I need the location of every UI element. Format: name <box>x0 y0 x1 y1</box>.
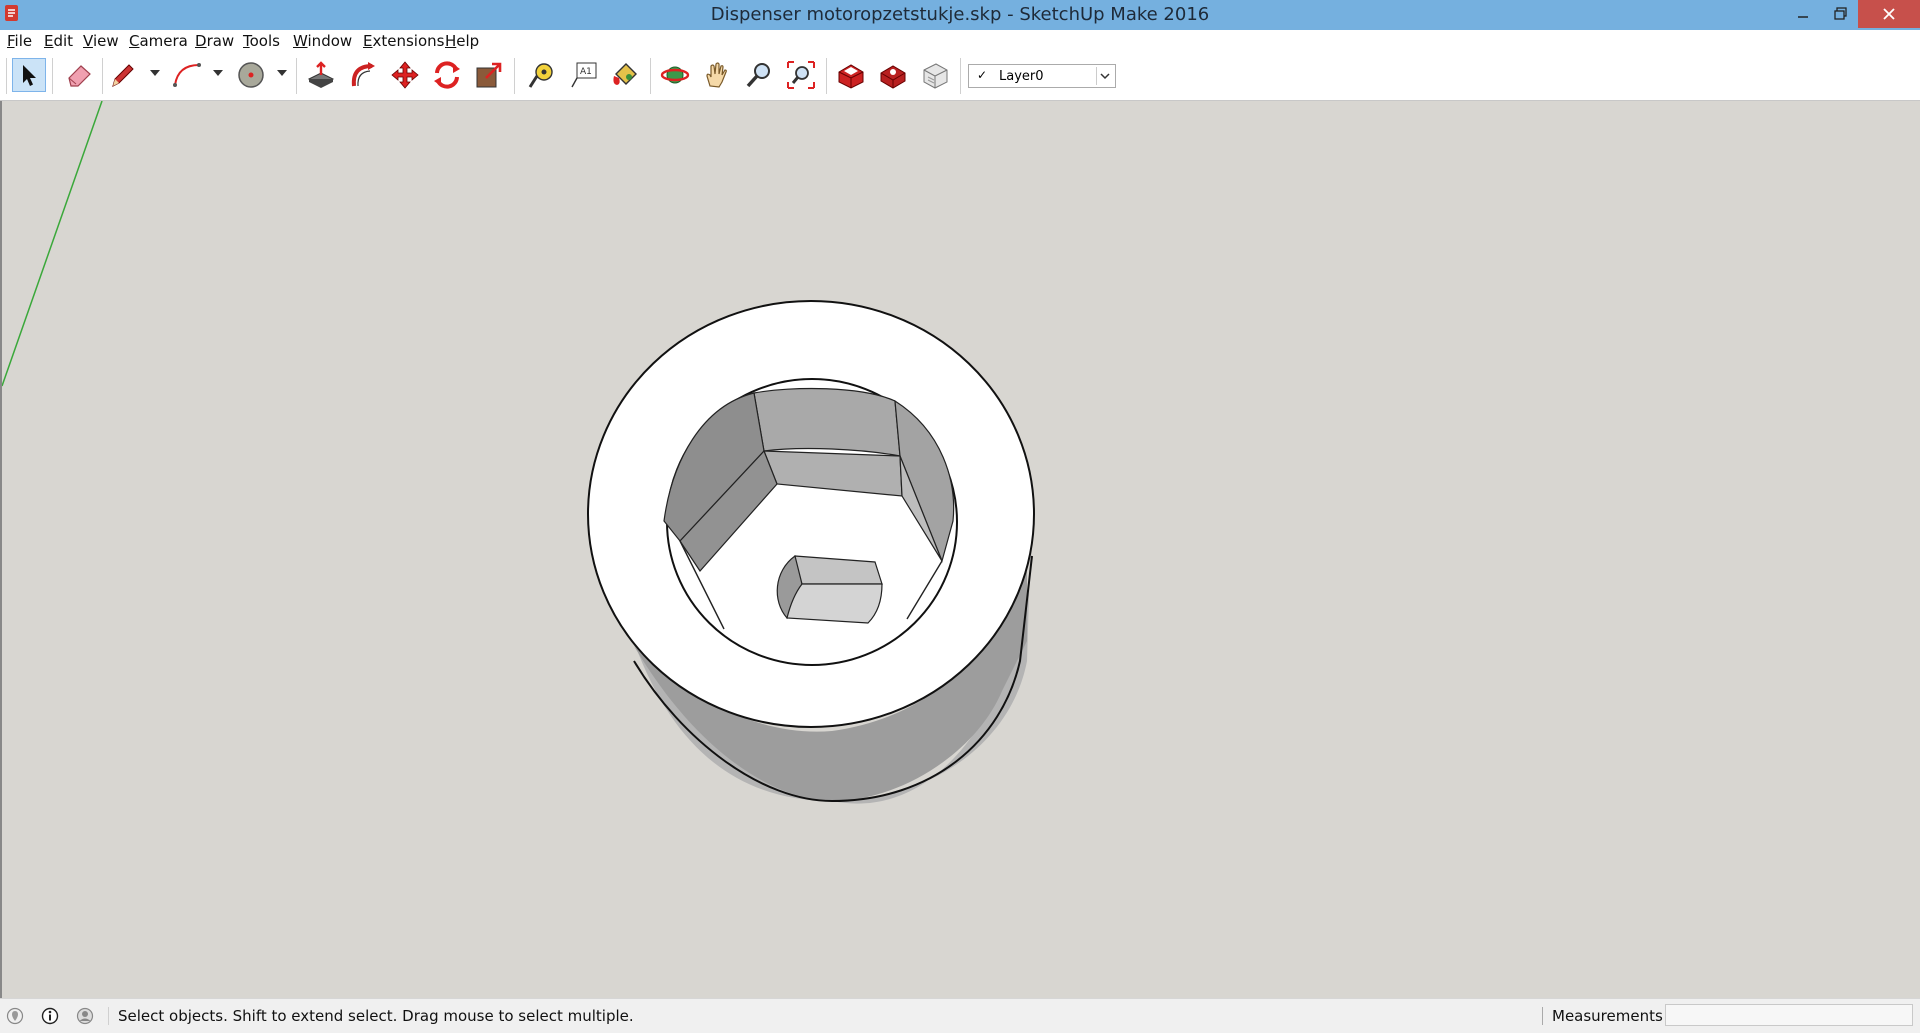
bore-wall-top <box>753 387 901 457</box>
line-tool-button[interactable] <box>106 58 140 92</box>
menu-tools[interactable]: Tools <box>243 32 280 50</box>
zoom-extents-icon <box>787 61 815 89</box>
layer-select-value: Layer0 <box>999 69 1044 84</box>
orbit-icon <box>660 66 690 84</box>
zoom-icon <box>746 63 770 88</box>
arc-dropdown-caret[interactable] <box>213 70 223 76</box>
paint-bucket-icon <box>613 63 637 85</box>
extension-warehouse-button[interactable] <box>876 58 910 92</box>
arrow-cursor-icon <box>23 65 36 86</box>
measurements-label: Measurements <box>1552 1007 1663 1025</box>
rotate-icon <box>434 61 460 89</box>
menu-help[interactable]: Help <box>445 32 479 50</box>
menu-bar: File Edit View Camera Draw Tools Window … <box>0 30 1920 52</box>
arc-icon <box>173 63 201 87</box>
extension-warehouse-icon <box>880 65 906 89</box>
check-icon: ✓ <box>977 68 988 82</box>
zoom-extents-tool-button[interactable] <box>784 58 818 92</box>
text-tool-button[interactable]: A1 <box>566 58 600 92</box>
orbit-tool-button[interactable] <box>658 58 692 92</box>
paint-bucket-tool-button[interactable] <box>608 58 642 92</box>
status-bar: Select objects. Shift to extend select. … <box>0 998 1920 1033</box>
menu-camera[interactable]: Camera <box>129 32 188 50</box>
user-icon[interactable] <box>76 1007 94 1025</box>
measurements-input[interactable] <box>1665 1004 1913 1026</box>
credits-icon[interactable] <box>41 1007 59 1025</box>
toolbar: A1 <box>0 52 1920 101</box>
text-icon: A1 <box>571 62 597 88</box>
follow-me-icon <box>351 62 375 87</box>
menu-view[interactable]: View <box>83 32 119 50</box>
push-pull-tool-button[interactable] <box>304 58 338 92</box>
eraser-tool-button[interactable] <box>62 58 96 92</box>
window-title: Dispenser motoropzetstukje.skp - SketchU… <box>710 4 1210 25</box>
rotate-tool-button[interactable] <box>430 58 464 92</box>
close-icon <box>1883 8 1895 20</box>
close-button[interactable] <box>1858 0 1920 28</box>
dispenser-model[interactable] <box>587 300 1035 804</box>
warehouse-icon <box>838 64 864 89</box>
eraser-icon <box>68 65 91 87</box>
tape-measure-icon <box>528 63 553 88</box>
model-canvas[interactable] <box>2 101 1920 998</box>
green-axis-line <box>2 101 103 387</box>
status-message: Select objects. Shift to extend select. … <box>118 1007 634 1025</box>
move-tool-button[interactable] <box>388 58 422 92</box>
maximize-icon <box>1834 7 1847 20</box>
menu-extensions[interactable]: Extensions <box>363 32 444 50</box>
zoom-tool-button[interactable] <box>742 58 776 92</box>
menu-file[interactable]: File <box>7 32 32 50</box>
arc-tool-button[interactable] <box>170 58 204 92</box>
menu-window[interactable]: Window <box>293 32 352 50</box>
pan-tool-button[interactable] <box>700 58 734 92</box>
push-pull-icon <box>307 61 335 88</box>
pencil-icon <box>112 64 134 87</box>
select-tool-button[interactable] <box>12 58 46 92</box>
geo-location-icon[interactable] <box>6 1007 24 1025</box>
svg-text:A1: A1 <box>580 67 592 77</box>
send-to-layout-button[interactable] <box>918 58 952 92</box>
menu-edit[interactable]: Edit <box>44 32 73 50</box>
follow-me-tool-button[interactable] <box>346 58 380 92</box>
scale-tool-button[interactable] <box>472 58 506 92</box>
circle-dropdown-caret[interactable] <box>277 70 287 76</box>
minimize-icon <box>1798 16 1808 18</box>
layout-icon <box>923 63 948 89</box>
shaft-hole-bottom <box>786 583 883 624</box>
model-viewport[interactable] <box>0 101 1920 998</box>
circle-icon <box>238 62 264 88</box>
tape-measure-tool-button[interactable] <box>524 58 558 92</box>
toolbar-grip <box>6 58 7 94</box>
menu-draw[interactable]: Draw <box>195 32 234 50</box>
title-bar: Dispenser motoropzetstukje.skp - SketchU… <box>0 0 1920 30</box>
circle-tool-button[interactable] <box>234 58 268 92</box>
chevron-down-icon[interactable] <box>1096 67 1113 85</box>
pan-hand-icon <box>706 62 727 88</box>
move-icon <box>391 61 419 89</box>
line-dropdown-caret[interactable] <box>150 70 160 76</box>
3d-warehouse-button[interactable] <box>834 58 868 92</box>
scale-icon <box>476 62 502 88</box>
layer-select[interactable]: ✓ Layer0 <box>968 64 1116 88</box>
